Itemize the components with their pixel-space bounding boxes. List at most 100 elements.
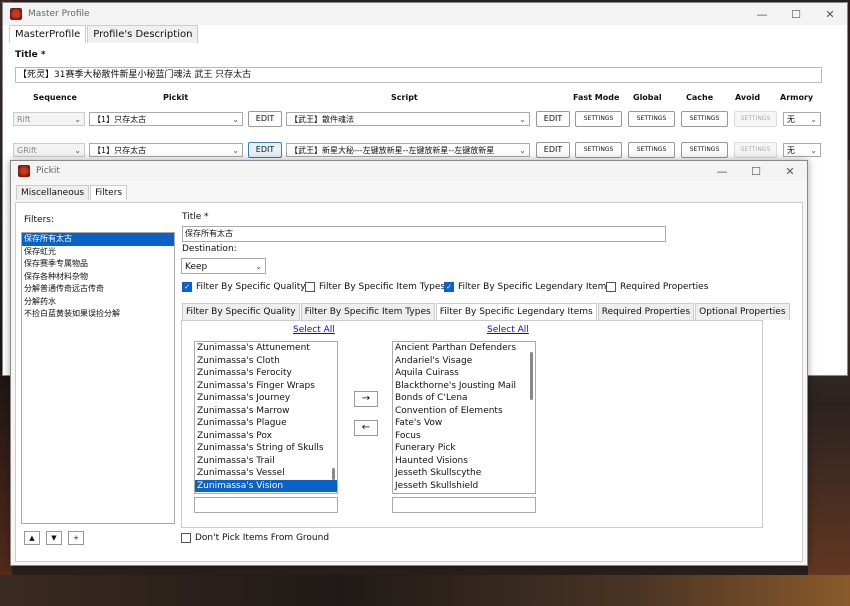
list-item[interactable]: Zunimassa's Cloth xyxy=(195,355,337,368)
checkbox-unchecked-icon xyxy=(181,533,191,543)
checkbox-label: Filter By Specific Quality xyxy=(196,282,306,292)
list-item[interactable]: Zunimassa's Pox xyxy=(195,430,337,443)
list-item[interactable]: 分解药水 xyxy=(22,296,174,309)
minimize-icon[interactable]: — xyxy=(705,161,739,181)
list-item[interactable]: Zunimassa's String of Skulls xyxy=(195,442,337,455)
list-item[interactable]: Haunted Visions xyxy=(393,455,535,468)
maximize-icon[interactable]: ☐ xyxy=(779,3,813,25)
move-down-button[interactable]: ▼ xyxy=(46,531,62,545)
list-item[interactable]: Funerary Pick xyxy=(393,442,535,455)
tab-specific-legendary-items[interactable]: Filter By Specific Legendary Items xyxy=(435,303,597,320)
destination-label: Destination: xyxy=(182,244,237,254)
quality-checkbox[interactable]: ✓ Filter By Specific Quality xyxy=(182,282,306,292)
list-item[interactable]: Fate's Vow xyxy=(393,417,535,430)
checkbox-label: Required Properties xyxy=(620,282,709,292)
fast-mode-settings-button[interactable]: SETTINGS xyxy=(575,142,622,158)
fast-mode-settings-button[interactable]: SETTINGS xyxy=(575,111,622,127)
script-select[interactable]: 【武王】散件魂法 ⌄ xyxy=(286,112,530,126)
list-item[interactable]: Zunimassa's Ferocity xyxy=(195,367,337,380)
armory-select[interactable]: 无 ⌄ xyxy=(783,143,821,157)
list-item[interactable]: Bonds of C'Lena xyxy=(393,392,535,405)
maximize-icon[interactable]: ☐ xyxy=(739,161,773,181)
destination-select[interactable]: Keep ⌄ xyxy=(181,258,266,274)
script-value: 【武王】新星大秘---左键放新星--左键放新星--左键放新星 xyxy=(290,146,495,155)
tab-masterprofile[interactable]: MasterProfile xyxy=(9,25,87,43)
list-item[interactable]: 保存各种材料杂物 xyxy=(22,271,174,284)
list-item[interactable]: Zunimassa's Attunement xyxy=(195,342,337,355)
scrollbar[interactable] xyxy=(332,468,335,480)
available-items-list[interactable]: Zunimassa's Attunement Zunimassa's Cloth… xyxy=(194,341,338,494)
list-item[interactable]: Blackthorne's Jousting Mail xyxy=(393,380,535,393)
tab-optional-properties[interactable]: Optional Properties xyxy=(695,303,790,320)
list-item[interactable]: Jesseth Skullshield xyxy=(393,480,535,493)
tab-filters[interactable]: Filters xyxy=(90,185,128,200)
armory-select[interactable]: 无 ⌄ xyxy=(783,112,821,126)
sequence-select[interactable]: Rift ⌄ xyxy=(13,112,85,126)
tab-miscellaneous[interactable]: Miscellaneous xyxy=(16,185,90,200)
close-icon[interactable]: ✕ xyxy=(773,161,807,181)
column-avoid: Avoid xyxy=(735,93,761,102)
chevron-down-icon: ⌄ xyxy=(74,115,81,124)
chevron-down-icon: ⌄ xyxy=(255,262,262,271)
list-item[interactable]: 分解普通传奇远古传奇 xyxy=(22,283,174,296)
column-cache: Cache xyxy=(686,93,714,102)
scrollbar[interactable] xyxy=(530,352,533,400)
list-item[interactable]: Jesseth Skullscythe xyxy=(393,467,535,480)
list-item[interactable]: 不捡白蓝黄装如果误捡分解 xyxy=(22,308,174,321)
minimize-icon[interactable]: — xyxy=(745,3,779,25)
list-item[interactable]: Andariel's Visage xyxy=(393,355,535,368)
list-item[interactable]: Zunimassa's Journey xyxy=(195,392,337,405)
move-up-button[interactable]: ▲ xyxy=(24,531,40,545)
list-item[interactable]: Aquila Cuirass xyxy=(393,367,535,380)
move-left-button[interactable]: ← xyxy=(354,420,378,436)
tab-specific-item-types[interactable]: Filter By Specific Item Types xyxy=(300,303,435,320)
select-all-right-link[interactable]: Select All xyxy=(487,325,529,335)
list-item[interactable]: Zunimassa's Vision xyxy=(195,479,337,492)
tab-required-properties[interactable]: Required Properties xyxy=(597,303,695,320)
tab-specific-quality[interactable]: Filter By Specific Quality xyxy=(182,303,300,320)
required-properties-checkbox[interactable]: Required Properties xyxy=(606,282,708,292)
move-right-button[interactable]: → xyxy=(354,391,378,407)
filter-title-input[interactable]: 保存所有太古 xyxy=(182,226,666,242)
list-item[interactable]: 保存赛季专属物品 xyxy=(22,258,174,271)
checkbox-label: Filter By Specific Item Types xyxy=(319,282,446,292)
sequence-select[interactable]: GRift ⌄ xyxy=(13,143,85,157)
pickit-edit-button[interactable]: EDIT xyxy=(248,111,282,127)
list-item[interactable]: Zunimassa's Trail xyxy=(195,455,337,468)
checkbox-checked-icon: ✓ xyxy=(182,282,192,292)
script-edit-button[interactable]: EDIT xyxy=(536,111,570,127)
global-settings-button[interactable]: SETTINGS xyxy=(628,142,675,158)
list-item[interactable]: Zunimassa's Vessel xyxy=(195,467,337,480)
list-item[interactable]: Zunimassa's Marrow xyxy=(195,405,337,418)
script-edit-button[interactable]: EDIT xyxy=(536,142,570,158)
list-item[interactable]: Ancient Parthan Defenders xyxy=(393,342,535,355)
cache-settings-button[interactable]: SETTINGS xyxy=(681,111,728,127)
dont-pick-checkbox[interactable]: Don't Pick Items From Ground xyxy=(181,533,329,543)
list-item[interactable]: Zunimassa's Plague xyxy=(195,417,337,430)
add-filter-button[interactable]: + xyxy=(68,531,84,545)
pickit-select[interactable]: 【1】只存太古 ⌄ xyxy=(89,143,243,157)
select-all-left-link[interactable]: Select All xyxy=(293,325,335,335)
list-item[interactable]: Convention of Elements xyxy=(393,405,535,418)
filters-panel: Filters: 保存所有太古 保存虹光 保存赛季专属物品 保存各种材料杂物 分… xyxy=(15,202,803,562)
left-search-input[interactable] xyxy=(194,497,338,513)
global-settings-button[interactable]: SETTINGS xyxy=(628,111,675,127)
close-icon[interactable]: ✕ xyxy=(813,3,847,25)
list-item[interactable]: 保存所有太古 xyxy=(22,233,174,246)
pickit-select[interactable]: 【1】只存太古 ⌄ xyxy=(89,112,243,126)
list-item[interactable]: Zunimassa's Finger Wraps xyxy=(195,380,337,393)
list-item[interactable]: Focus xyxy=(393,430,535,443)
cache-settings-button[interactable]: SETTINGS xyxy=(681,142,728,158)
column-armory: Armory xyxy=(780,93,814,102)
pickit-edit-button[interactable]: EDIT xyxy=(248,142,282,158)
script-select[interactable]: 【武王】新星大秘---左键放新星--左键放新星--左键放新星 ⌄ xyxy=(286,143,530,157)
chevron-down-icon: ⌄ xyxy=(519,146,526,155)
item-types-checkbox[interactable]: Filter By Specific Item Types xyxy=(305,282,445,292)
tab-profile-description[interactable]: Profile's Description xyxy=(87,25,199,43)
list-item[interactable]: 保存虹光 xyxy=(22,246,174,259)
selected-items-list[interactable]: Ancient Parthan Defenders Andariel's Vis… xyxy=(392,341,536,494)
legendary-items-checkbox[interactable]: ✓ Filter By Specific Legendary Items xyxy=(444,282,611,292)
right-search-input[interactable] xyxy=(392,497,536,513)
filters-list[interactable]: 保存所有太古 保存虹光 保存赛季专属物品 保存各种材料杂物 分解普通传奇远古传奇… xyxy=(21,232,175,524)
title-input[interactable]: 【死灵】31赛季大秘散件新星小秘蓝门魂法 武王 只存太古 xyxy=(15,67,822,83)
